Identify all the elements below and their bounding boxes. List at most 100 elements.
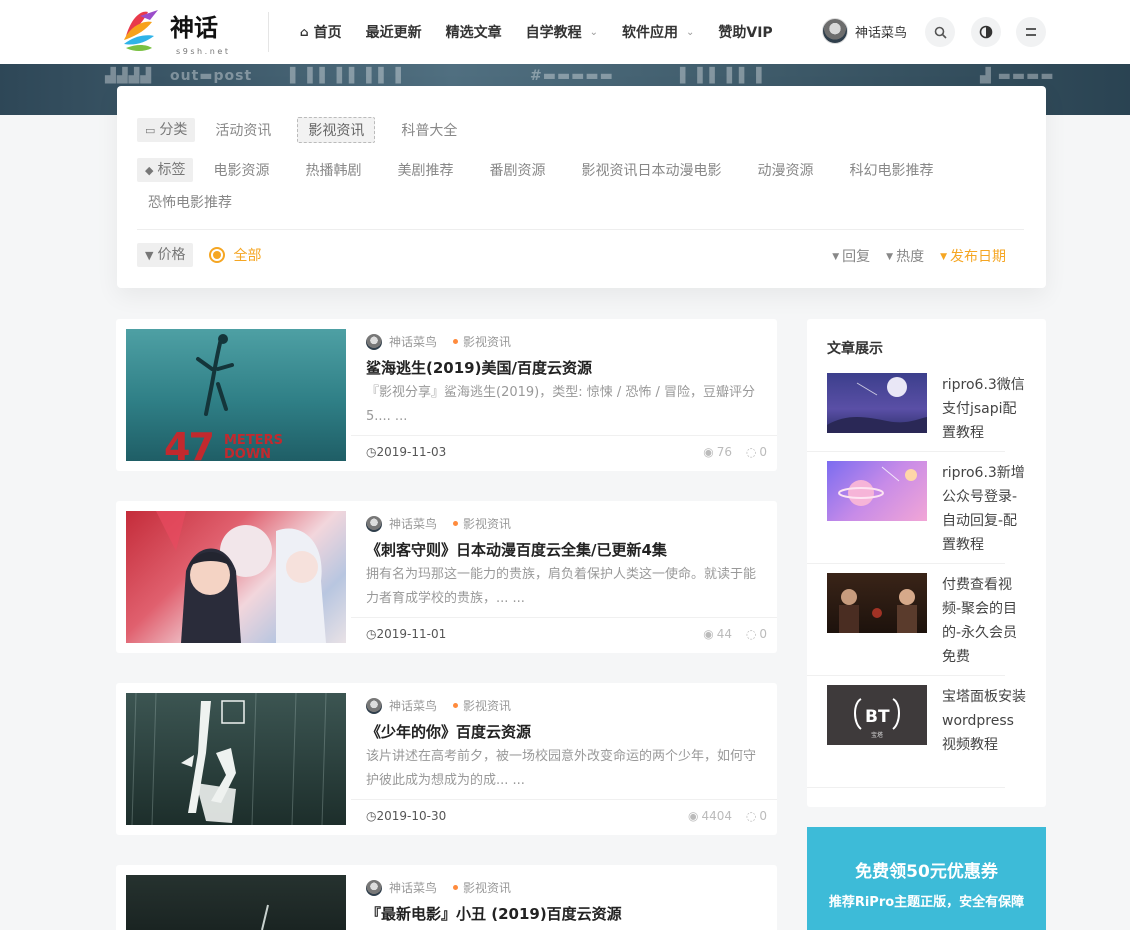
sort-replies[interactable]: ▼ 回复: [832, 246, 870, 266]
widget-item-title[interactable]: 宝塔面板安装wordpress视频教程: [942, 685, 1027, 757]
article-category[interactable]: 影视资讯: [463, 333, 511, 350]
filter-category-item[interactable]: 科普大全: [401, 120, 457, 140]
author-avatar: [366, 879, 382, 896]
article-author[interactable]: 神话菜鸟: [389, 333, 437, 350]
home-icon: ⌂: [300, 25, 309, 39]
eye-icon: ◉: [688, 809, 699, 823]
article-title[interactable]: 《刺客守则》日本动漫百度云全集/已更新4集: [366, 539, 667, 560]
widget-item-title[interactable]: ripro6.3新增公众号登录-自动回复-配置教程: [942, 461, 1027, 557]
article-divider: [351, 799, 777, 800]
widget-item-title[interactable]: ripro6.3微信支付jsapi配置教程: [942, 373, 1027, 445]
article-card: 47 METERS DOWN 神话菜鸟 影视资讯 鲨海逃生(2019)美国/百度…: [116, 319, 777, 471]
article-title[interactable]: 鲨海逃生(2019)美国/百度云资源: [366, 357, 592, 378]
article-category[interactable]: 影视资讯: [463, 515, 511, 532]
filter-tag-item[interactable]: 影视资讯日本动漫电影: [581, 160, 721, 180]
banner-decoration: ▌▐ ▌▐ ▌▐ ▌▐: [290, 68, 402, 84]
chevron-down-icon: ⌄: [589, 26, 598, 38]
comment-count: 0: [759, 445, 767, 459]
article-excerpt: 该片讲述在高考前夕，被一场校园意外改变命运的两个少年，如何守护彼此成为想成为的成…: [366, 749, 756, 788]
caret-down-icon: ▼: [940, 252, 947, 262]
article-divider: [351, 617, 777, 618]
widget-item-title[interactable]: 付费查看视频-聚会的目的-永久会员免费: [942, 573, 1027, 669]
widget-item-thumbnail[interactable]: [827, 373, 927, 433]
article-stats: ◉ 44 ◌ 0: [703, 627, 767, 641]
article-title[interactable]: 『最新电影』小丑 (2019)百度云资源: [366, 903, 622, 924]
tag-filter-row: ◆ 标签 电影资源 热播韩剧 美剧推荐 番剧资源 影视资讯日本动漫电影 动漫资源 …: [137, 158, 933, 182]
article-author[interactable]: 神话菜鸟: [389, 515, 437, 532]
view-count: 44: [716, 627, 733, 641]
filter-tag-item[interactable]: 美剧推荐: [397, 160, 453, 180]
article-card: 神话菜鸟 影视资讯 《刺客守则》日本动漫百度云全集/已更新4集 拥有名为玛那这一…: [116, 501, 777, 653]
search-button[interactable]: [925, 17, 955, 47]
filter-tag-item[interactable]: 恐怖电影推荐: [148, 192, 232, 212]
price-all-radio[interactable]: [209, 247, 226, 263]
filter-category-item[interactable]: 活动资讯: [215, 120, 271, 140]
poster-title-number: 47: [164, 425, 215, 461]
category-dot: [453, 339, 459, 344]
nav-home[interactable]: ⌂ 首页: [300, 22, 342, 42]
article-author[interactable]: 神话菜鸟: [389, 697, 437, 714]
article-date-text: 2019-10-30: [376, 809, 447, 823]
article-excerpt: 拥有名为玛那这一能力的贵族，肩负着保护人类这一使命。就读于能力者育成学校的贵族，…: [366, 567, 756, 606]
poster-art: [131, 693, 327, 825]
article-thumbnail[interactable]: 47 METERS DOWN: [126, 329, 346, 461]
article-stats: ◉ 76 ◌ 0: [703, 445, 767, 459]
comment-icon: ◌: [745, 445, 757, 459]
banner-decoration: ▌▐ ▌▐ ▌▐: [680, 68, 763, 84]
theme-toggle-button[interactable]: [971, 17, 1001, 47]
article-thumbnail[interactable]: [126, 511, 346, 643]
article-thumbnail[interactable]: [126, 875, 346, 930]
article-category[interactable]: 影视资讯: [463, 697, 511, 714]
filter-tag-item[interactable]: 番剧资源: [489, 160, 545, 180]
nav-vip[interactable]: 赞助VIP: [718, 22, 772, 42]
filter-tag-item[interactable]: 热播韩剧: [305, 160, 361, 180]
filter-tag-item[interactable]: 科幻电影推荐: [849, 160, 933, 180]
logo-divider: [268, 12, 269, 52]
nav-software-label: 软件应用: [621, 25, 678, 41]
site-logo[interactable]: 神话 s 9 s h . n e t: [118, 6, 248, 58]
article-excerpt: 『影视分享』鲨海逃生(2019)，类型: 惊悚 / 恐怖 / 冒险，豆瓣评分5.…: [366, 385, 756, 424]
article-date-text: 2019-11-01: [376, 627, 447, 641]
article-title[interactable]: 《少年的你》百度云资源: [366, 721, 531, 742]
filter-tag-item[interactable]: 动漫资源: [757, 160, 813, 180]
filter-panel: ▭ 分类 活动资讯 影视资讯 科普大全 ◆ 标签 电影资源 热播韩剧 美剧推荐 番剧…: [117, 86, 1046, 288]
article-thumbnail[interactable]: [126, 693, 346, 825]
article-meta: 神话菜鸟 影视资讯: [366, 333, 511, 350]
user-menu[interactable]: 神话菜鸟: [822, 18, 907, 44]
sort-date[interactable]: ▼ 发布日期: [940, 246, 1006, 266]
sort-replies-label: 回复: [842, 249, 871, 265]
price-all-label[interactable]: 全部: [233, 245, 261, 265]
comment-count: 0: [759, 627, 767, 641]
category-dot: [453, 521, 459, 526]
nav-recent[interactable]: 最近更新: [366, 22, 422, 42]
sort-popularity[interactable]: ▼ 热度: [886, 246, 924, 266]
category-dot: [453, 703, 459, 708]
category-filter-label: ▭ 分类: [137, 118, 196, 142]
menu-button[interactable]: [1016, 17, 1046, 47]
nav-tutorials-label: 自学教程: [525, 25, 582, 41]
article-author[interactable]: 神话菜鸟: [389, 879, 437, 896]
tag-icon: ◆: [145, 164, 154, 177]
user-name: 神话菜鸟: [855, 25, 908, 41]
search-icon: [934, 26, 947, 39]
widget-divider: [807, 787, 1005, 788]
svg-text:BT: BT: [865, 707, 890, 727]
promo-title: 免费领50元优惠券: [855, 862, 998, 882]
sort-popularity-label: 热度: [896, 249, 925, 265]
filter-tag-item[interactable]: 电影资源: [213, 160, 269, 180]
nav-tutorials[interactable]: 自学教程 ⌄: [526, 22, 598, 42]
author-avatar: [366, 333, 382, 350]
site-header: 神话 s 9 s h . n e t ⌂ 首页 最近更新 精选文章 自学教程 ⌄…: [0, 0, 1130, 64]
filter-category-item-active[interactable]: 影视资讯: [297, 117, 376, 143]
author-avatar: [366, 697, 382, 714]
view-count: 4404: [701, 809, 733, 823]
widget-item-thumbnail[interactable]: [827, 461, 927, 521]
folder-icon: ▭: [145, 124, 156, 137]
nav-featured[interactable]: 精选文章: [446, 22, 502, 42]
promo-banner[interactable]: 免费领50元优惠券 推荐RiPro主题正版，安全有保障: [807, 827, 1046, 930]
article-category[interactable]: 影视资讯: [463, 879, 511, 896]
clock-icon: ◷: [366, 809, 377, 823]
widget-item-thumbnail[interactable]: [827, 573, 927, 633]
widget-item-thumbnail[interactable]: BT 宝塔: [827, 685, 927, 745]
nav-software[interactable]: 软件应用 ⌄: [622, 22, 694, 42]
